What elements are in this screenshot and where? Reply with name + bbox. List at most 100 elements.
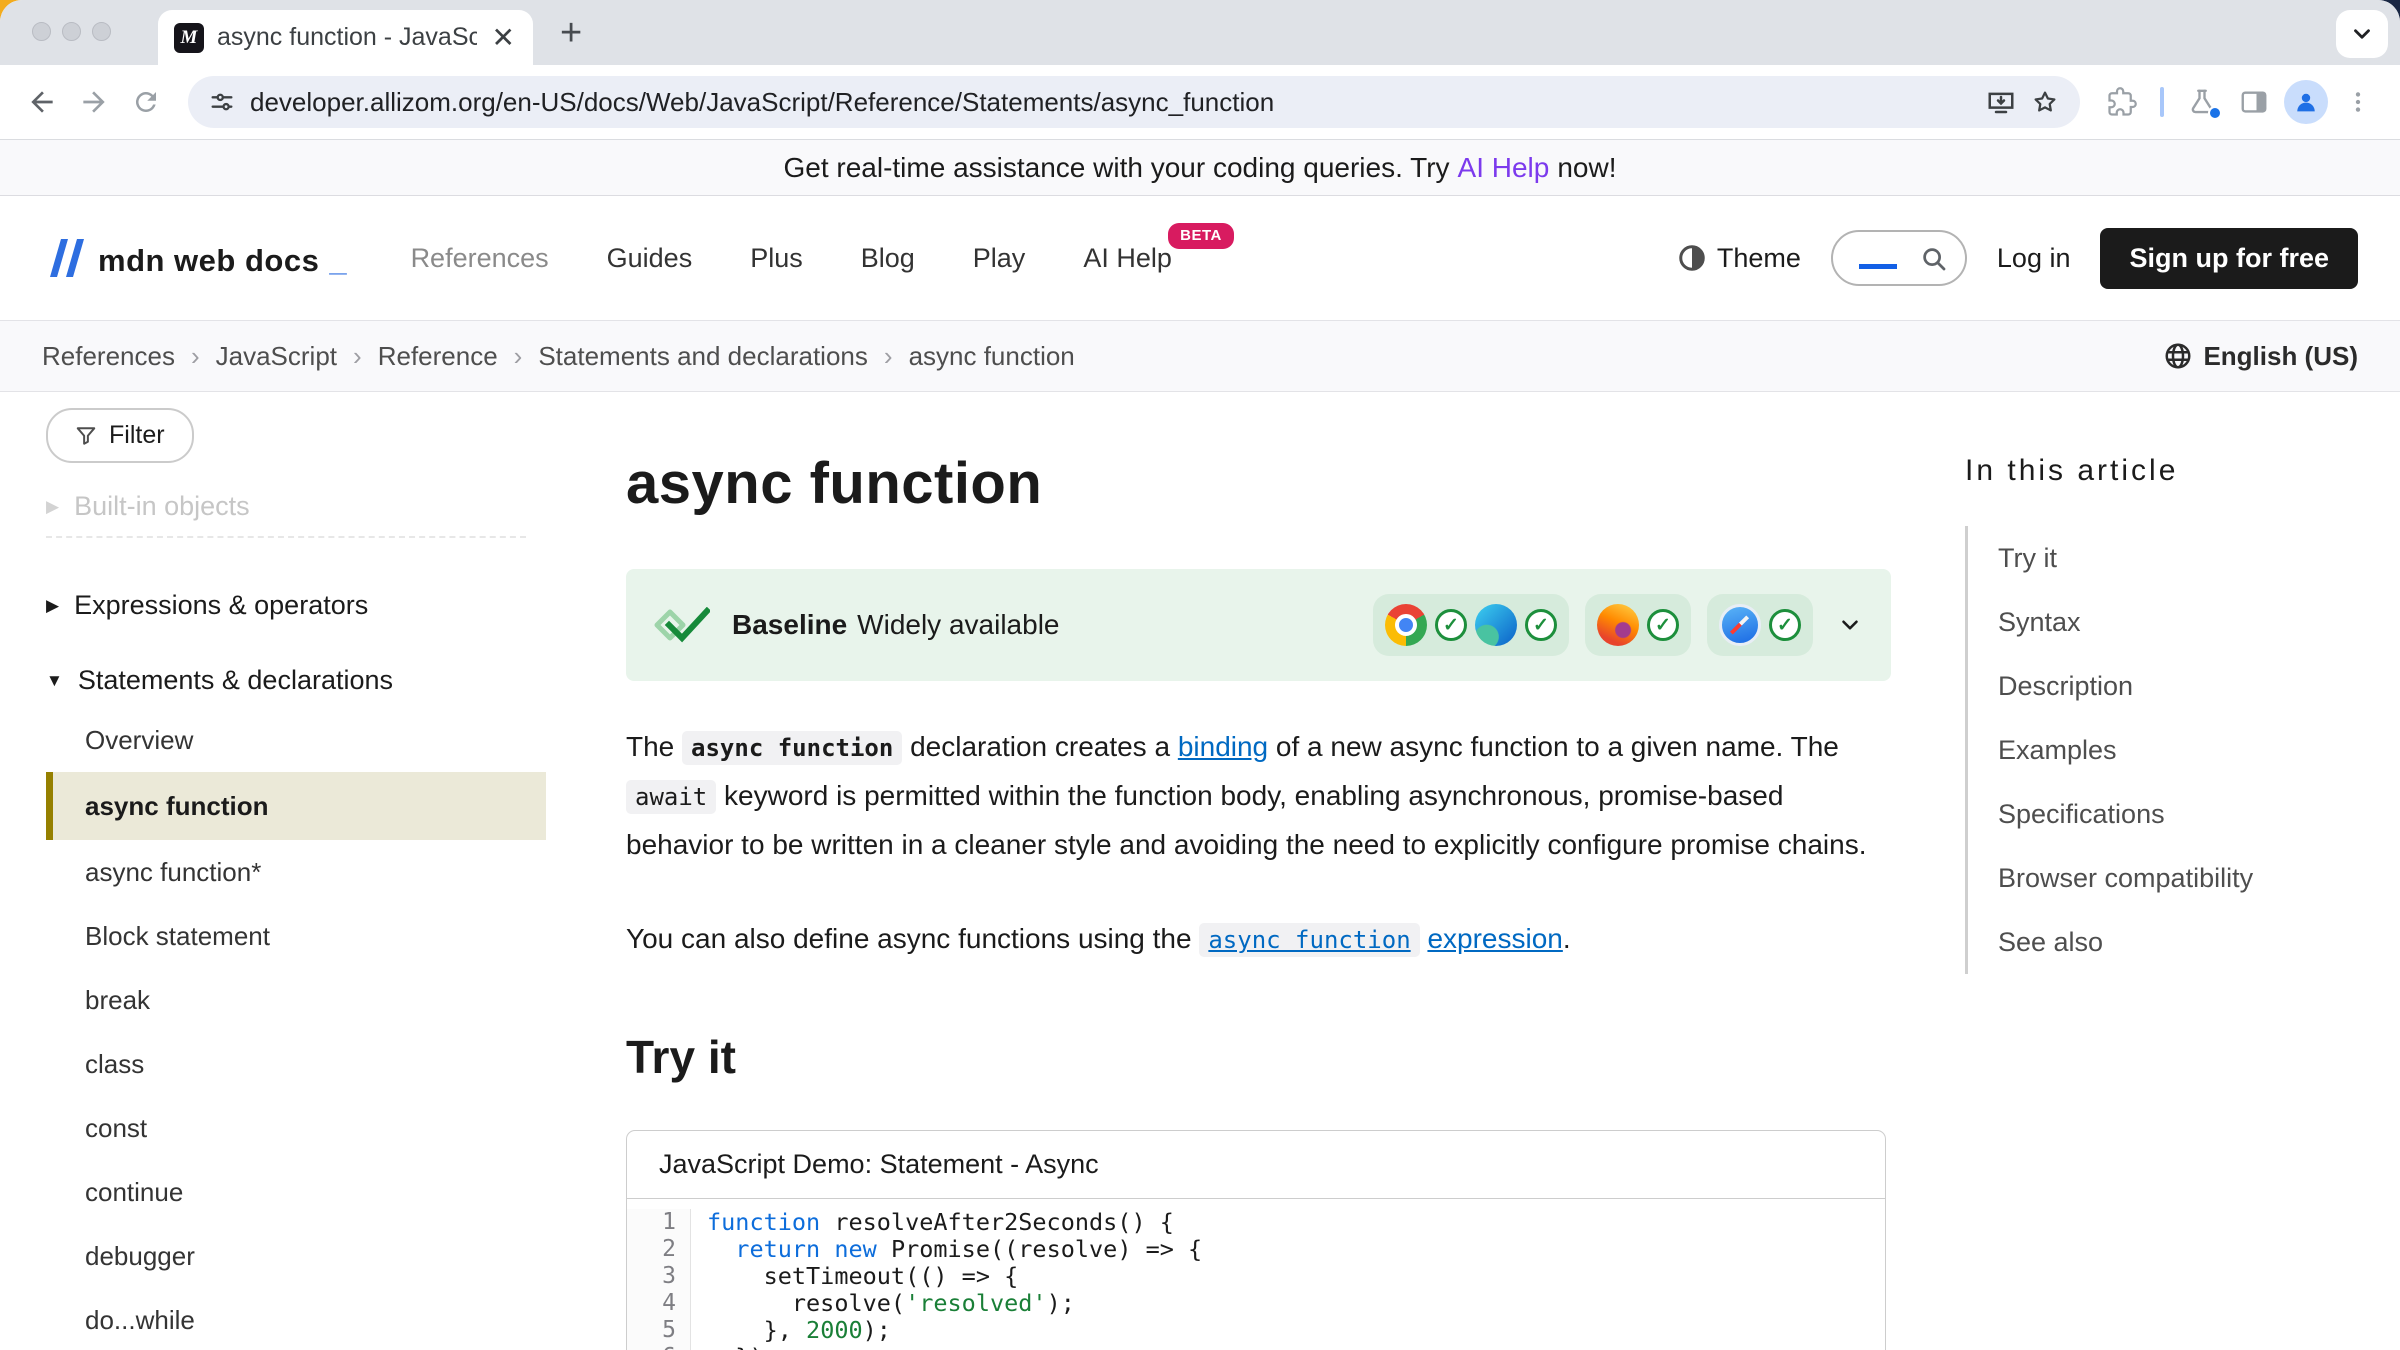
profile-avatar[interactable] <box>2284 80 2328 124</box>
code-text[interactable]: resolve('resolved'); <box>691 1290 1075 1317</box>
close-tab-icon[interactable]: ✕ <box>490 24 517 52</box>
breadcrumb-item-statements[interactable]: Statements and declarations <box>538 341 868 372</box>
code-text[interactable]: }); <box>691 1344 778 1350</box>
labs-button[interactable] <box>2180 80 2224 124</box>
sidebar-item-continue[interactable]: continue <box>46 1160 546 1224</box>
section-label: Built-in objects <box>74 491 250 522</box>
toc-item-syntax[interactable]: Syntax <box>1968 590 2360 654</box>
kebab-menu-icon <box>2345 89 2371 115</box>
nav-item-guides[interactable]: Guides <box>607 243 693 274</box>
login-link[interactable]: Log in <box>1997 243 2071 274</box>
line-number: 3 <box>627 1263 691 1290</box>
code-line: 1function resolveAfter2Seconds() { <box>627 1209 1885 1236</box>
left-sidebar: Filter ▶ Built-in objects ▶ Expressions … <box>0 392 560 1350</box>
baseline-widget[interactable]: Baseline Widely available ✓ ✓ ✓ <box>626 569 1891 681</box>
filter-button[interactable]: Filter <box>46 408 194 463</box>
async-function-expression-code-link[interactable]: async function <box>1199 923 1419 957</box>
traffic-lights <box>32 22 111 41</box>
nav-item-references[interactable]: References <box>411 243 549 274</box>
toc-item-try-it[interactable]: Try it <box>1968 526 2360 590</box>
sidebar-section-expressions[interactable]: ▶ Expressions & operators <box>46 590 560 621</box>
close-window-button[interactable] <box>32 22 51 41</box>
browser-menu-button[interactable] <box>2336 80 2380 124</box>
theme-toggle[interactable]: Theme <box>1677 243 1801 274</box>
sidebar-item-do-while[interactable]: do...while <box>46 1288 546 1350</box>
code-text[interactable]: setTimeout(() => { <box>691 1263 1018 1290</box>
baseline-expand-chevron-icon[interactable] <box>1837 612 1863 638</box>
binding-link[interactable]: binding <box>1178 731 1268 762</box>
sidebar-item-async-function-star[interactable]: async function* <box>46 840 546 904</box>
person-icon <box>2292 88 2320 116</box>
minimize-window-button[interactable] <box>62 22 81 41</box>
toc-item-description[interactable]: Description <box>1968 654 2360 718</box>
expression-link[interactable]: expression <box>1427 923 1562 954</box>
install-app-icon[interactable] <box>1986 87 2016 117</box>
nav-item-play[interactable]: Play <box>973 243 1026 274</box>
section-label: Expressions & operators <box>74 590 368 621</box>
main-nav: References Guides Plus Blog Play AI Help… <box>411 243 1172 274</box>
sidebar-item-overview[interactable]: Overview <box>46 708 546 772</box>
signup-button[interactable]: Sign up for free <box>2100 228 2358 289</box>
ai-help-banner-link[interactable]: AI Help <box>1458 152 1550 184</box>
line-number: 1 <box>627 1209 691 1236</box>
toc-sidebar: In this article Try it Syntax Descriptio… <box>1965 392 2400 1350</box>
breadcrumb-item-references[interactable]: References <box>42 341 175 372</box>
sidebar-item-break[interactable]: break <box>46 968 546 1032</box>
baseline-logo-icon <box>654 607 710 643</box>
theme-icon <box>1677 243 1707 273</box>
sidebar-item-block-statement[interactable]: Block statement <box>46 904 546 968</box>
breadcrumb-item-current: async function <box>909 341 1075 372</box>
forward-button[interactable] <box>72 80 116 124</box>
toc-list: Try it Syntax Description Examples Speci… <box>1965 526 2360 974</box>
toc-title: In this article <box>1965 454 2360 488</box>
chevron-down-icon <box>2349 21 2375 47</box>
collapsed-arrow-icon: ▶ <box>46 596 59 616</box>
firefox-icon <box>1597 604 1639 646</box>
nav-item-blog[interactable]: Blog <box>861 243 915 274</box>
code-editor[interactable]: 1function resolveAfter2Seconds() { 2 ret… <box>627 1199 1885 1350</box>
code-text[interactable]: }, 2000); <box>691 1317 891 1344</box>
chromium-support-pill: ✓ ✓ <box>1373 594 1569 656</box>
breadcrumb-item-reference[interactable]: Reference <box>378 341 498 372</box>
url-bar[interactable]: developer.allizom.org/en-US/docs/Web/Jav… <box>188 76 2080 128</box>
extensions-button[interactable] <box>2100 80 2144 124</box>
search-icon[interactable] <box>1919 244 1949 274</box>
toc-item-see-also[interactable]: See also <box>1968 910 2360 974</box>
breadcrumb: References › JavaScript › Reference › St… <box>0 320 2400 392</box>
tab-search-chevron[interactable] <box>2336 10 2388 58</box>
new-tab-button[interactable]: + <box>560 14 582 52</box>
zoom-window-button[interactable] <box>92 22 111 41</box>
browser-toolbar: developer.allizom.org/en-US/docs/Web/Jav… <box>0 65 2400 140</box>
bookmark-star-icon[interactable] <box>2030 87 2060 117</box>
breadcrumb-separator: › <box>191 341 200 372</box>
side-panel-button[interactable] <box>2232 80 2276 124</box>
sidebar-section-statements[interactable]: ▼ Statements & declarations <box>46 665 560 696</box>
language-selector[interactable]: English (US) <box>2163 341 2358 372</box>
sidebar-section-built-in-objects[interactable]: ▶ Built-in objects <box>46 491 560 522</box>
nav-item-plus[interactable]: Plus <box>750 243 803 274</box>
sidebar-item-debugger[interactable]: debugger <box>46 1224 546 1288</box>
sidebar-item-async-function[interactable]: async function <box>46 772 546 840</box>
toc-item-specifications[interactable]: Specifications <box>1968 782 2360 846</box>
toolbar-separator <box>2160 87 2164 117</box>
sidebar-item-const[interactable]: const <box>46 1096 546 1160</box>
toc-item-browser-compatibility[interactable]: Browser compatibility <box>1968 846 2360 910</box>
try-it-heading: Try it <box>626 1030 1891 1084</box>
supported-check-icon: ✓ <box>1647 609 1679 641</box>
mdn-logo[interactable]: mdn web docs _ <box>42 237 347 279</box>
breadcrumb-item-javascript[interactable]: JavaScript <box>216 341 337 372</box>
back-button[interactable] <box>20 80 64 124</box>
code-text[interactable]: return new Promise((resolve) => { <box>691 1236 1202 1263</box>
browser-tab[interactable]: M async function - JavaScript | ✕ <box>158 10 533 65</box>
site-settings-icon[interactable] <box>208 88 236 116</box>
nav-item-ai-help[interactable]: AI Help BETA <box>1083 243 1172 274</box>
code-text[interactable]: function resolveAfter2Seconds() { <box>691 1209 1174 1236</box>
reload-button[interactable] <box>124 80 168 124</box>
text: You can also define async functions usin… <box>626 923 1199 954</box>
banner-text-suffix: now! <box>1557 152 1616 184</box>
inline-code-async-function: async function <box>682 731 902 765</box>
toc-item-examples[interactable]: Examples <box>1968 718 2360 782</box>
sidebar-item-class[interactable]: class <box>46 1032 546 1096</box>
search-input[interactable] <box>1831 230 1967 286</box>
url-text[interactable]: developer.allizom.org/en-US/docs/Web/Jav… <box>250 87 1972 118</box>
